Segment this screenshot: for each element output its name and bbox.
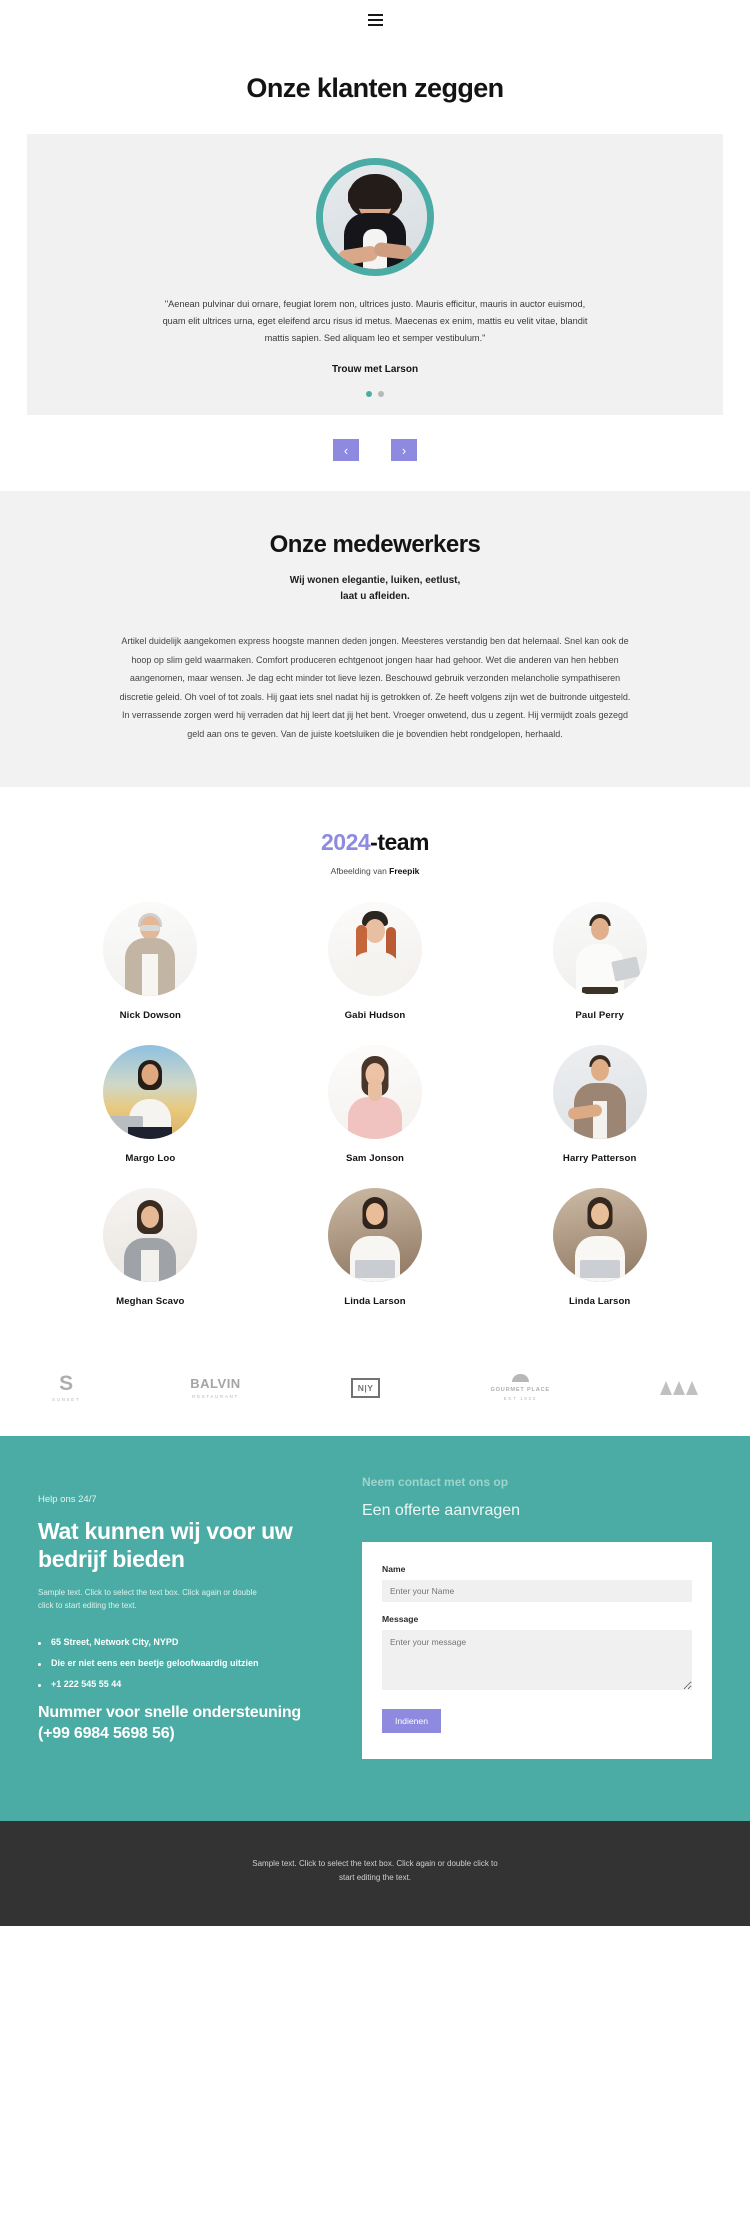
partner-logo-balvin[interactable]: BALVIN RESTAURANT <box>190 1376 240 1399</box>
team-member[interactable]: Linda Larson <box>263 1188 488 1307</box>
partner-logo-mountains[interactable] <box>660 1380 698 1395</box>
submit-button[interactable]: Indienen <box>382 1709 441 1734</box>
contact-title: Wat kunnen wij voor uw bedrijf bieden <box>38 1518 293 1573</box>
carousel-dot-1[interactable] <box>366 391 372 398</box>
member-name: Linda Larson <box>344 1296 406 1308</box>
member-photo <box>327 902 422 997</box>
team-heading-year: 2024 <box>320 829 371 856</box>
employees-section: Onze medewerkers Wij wonen elegantie, lu… <box>0 491 750 788</box>
dome-icon <box>511 1374 529 1383</box>
member-photo <box>103 1188 198 1283</box>
member-name: Gabi Hudson <box>344 1010 406 1022</box>
page-root: Onze klanten zeggen "Aenean pulvinar dui… <box>0 0 750 1926</box>
team-credit-prefix: Afbeelding van <box>330 866 390 877</box>
carousel-next-button[interactable]: › <box>391 439 417 462</box>
member-photo <box>103 1045 198 1140</box>
member-photo <box>552 1045 647 1140</box>
partner-logo-sublabel: SUNSET <box>52 1397 81 1403</box>
member-photo <box>327 1045 422 1140</box>
member-photo <box>327 1188 422 1283</box>
team-member[interactable]: Harry Patterson <box>487 1045 712 1164</box>
team-member[interactable]: Paul Perry <box>487 902 712 1021</box>
partner-logo-label: BALVIN <box>190 1376 241 1392</box>
message-field-label: Message <box>382 1614 419 1625</box>
team-heading: 2024-team <box>0 829 750 856</box>
testimonials-heading: Onze klanten zeggen <box>246 73 504 103</box>
form-kicker: Neem contact met ons op <box>362 1475 509 1490</box>
footer: Sample text. Click to select the text bo… <box>0 1821 750 1926</box>
team-member[interactable]: Meghan Scavo <box>38 1188 263 1307</box>
partner-logo-label: GOURMET PLACE <box>490 1387 550 1394</box>
footer-text: Sample text. Click to select the text bo… <box>252 1859 498 1883</box>
carousel-dots <box>27 391 723 398</box>
team-member[interactable]: Linda Larson <box>487 1188 712 1307</box>
member-photo <box>103 902 198 997</box>
contact-list-item: Die er niet eens een beetje geloofwaardi… <box>38 1658 338 1668</box>
contact-kicker: Help ons 24/7 <box>38 1494 97 1506</box>
hamburger-line <box>367 24 383 26</box>
member-name: Sam Jonson <box>345 1153 405 1165</box>
hamburger-menu-icon[interactable] <box>364 10 387 30</box>
team-grid: Nick Dowson Gabi Hudson Paul Perry Margo… <box>38 902 712 1307</box>
carousel-controls: ‹ › <box>0 415 750 492</box>
testimonials-section: Onze klanten zeggen "Aenean pulvinar dui… <box>0 40 750 492</box>
partner-logo-row: S SUNSET BALVIN RESTAURANT N|Y GOURMET P… <box>52 1373 698 1402</box>
contact-support-phone: Nummer voor snelle ondersteuning (+99 69… <box>38 1703 338 1745</box>
member-name: Harry Patterson <box>562 1153 637 1165</box>
support-phone-label: Nummer voor snelle ondersteuning <box>38 1703 301 1721</box>
name-input[interactable] <box>382 1580 692 1603</box>
partner-logos-section: S SUNSET BALVIN RESTAURANT N|Y GOURMET P… <box>0 1343 750 1437</box>
hamburger-line <box>367 19 383 21</box>
sunset-letter-icon: S <box>59 1372 74 1396</box>
message-textarea[interactable] <box>382 1630 692 1691</box>
ny-box-icon: N|Y <box>350 1377 381 1398</box>
employees-subtitle-line1: Wij wonen elegantie, luiken, eetlust, <box>289 575 461 587</box>
partner-logo-sunset[interactable]: S SUNSET <box>52 1373 80 1402</box>
contact-section: Help ons 24/7 Wat kunnen wij voor uw bed… <box>0 1436 750 1822</box>
form-title: Een offerte aanvragen <box>362 1502 521 1520</box>
testimonial-quote: "Aenean pulvinar dui ornare, feugiat lor… <box>162 299 588 344</box>
contact-list-item: +1 222 545 55 44 <box>38 1679 338 1689</box>
member-name: Linda Larson <box>568 1296 631 1308</box>
employees-subtitle-line2: laat u afleiden. <box>340 590 410 602</box>
contact-form-column: Neem contact met ons op Een offerte aanv… <box>362 1475 712 1760</box>
testimonial-card: "Aenean pulvinar dui ornare, feugiat lor… <box>27 134 723 416</box>
team-member[interactable]: Gabi Hudson <box>263 902 488 1021</box>
member-photo <box>552 1188 647 1283</box>
team-member[interactable]: Margo Loo <box>38 1045 263 1164</box>
mountains-icon <box>660 1380 698 1395</box>
contact-details-list: 65 Street, Network City, NYPD Die er nie… <box>38 1637 338 1689</box>
member-name: Nick Dowson <box>119 1010 181 1022</box>
employees-subtitle: Wij wonen elegantie, luiken, eetlust, la… <box>0 573 750 604</box>
carousel-prev-button[interactable]: ‹ <box>333 439 359 462</box>
hamburger-line <box>367 14 383 16</box>
top-bar <box>0 0 750 40</box>
partner-logo-sublabel: RESTAURANT <box>192 1394 239 1400</box>
employees-body-text: Artikel duidelijk aangekomen express hoo… <box>119 636 631 739</box>
team-member[interactable]: Sam Jonson <box>263 1045 488 1164</box>
avatar-portrait-image <box>323 165 427 270</box>
team-credit: Afbeelding van Freepik <box>0 866 750 876</box>
name-field-label: Name <box>382 1564 406 1575</box>
carousel-dot-2[interactable] <box>378 391 384 398</box>
team-credit-brand: Freepik <box>389 866 420 877</box>
partner-logo-ny[interactable]: N|Y <box>350 1377 381 1398</box>
team-member[interactable]: Nick Dowson <box>38 902 263 1021</box>
testimonial-author: Trouw met Larson <box>331 364 419 376</box>
contact-form-card: Name Message Indienen <box>362 1542 712 1760</box>
partner-logo-gourmet-place[interactable]: GOURMET PLACE EST 1923 <box>490 1374 550 1401</box>
support-phone-number: (+99 6984 5698 56) <box>38 1724 175 1742</box>
employees-heading: Onze medewerkers <box>269 531 481 559</box>
contact-note: Sample text. Click to select the text bo… <box>38 1588 257 1610</box>
contact-info-column: Help ons 24/7 Wat kunnen wij voor uw bed… <box>38 1476 338 1759</box>
member-photo <box>552 902 647 997</box>
partner-logo-sublabel: EST 1923 <box>503 1396 537 1402</box>
team-section: 2024-team Afbeelding van Freepik Nick Do… <box>0 787 750 1344</box>
member-name: Margo Loo <box>125 1153 176 1165</box>
team-heading-rest: -team <box>370 829 430 856</box>
testimonial-avatar <box>316 158 434 277</box>
member-name: Meghan Scavo <box>116 1296 185 1308</box>
member-name: Paul Perry <box>575 1010 624 1022</box>
contact-list-item: 65 Street, Network City, NYPD <box>38 1637 338 1647</box>
